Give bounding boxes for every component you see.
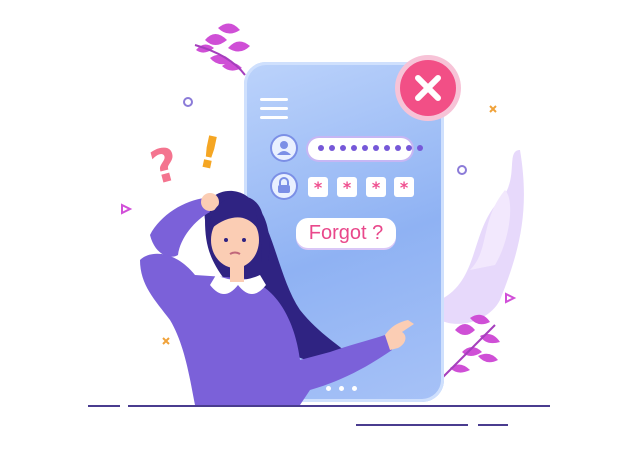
ground-line [356,424,468,426]
ground-line [478,424,508,426]
woman-character [140,190,414,405]
ground-line [128,405,550,407]
ground-line [88,405,120,407]
forgot-password-illustration: ? ! * * * * Forgot ? [0,0,639,450]
